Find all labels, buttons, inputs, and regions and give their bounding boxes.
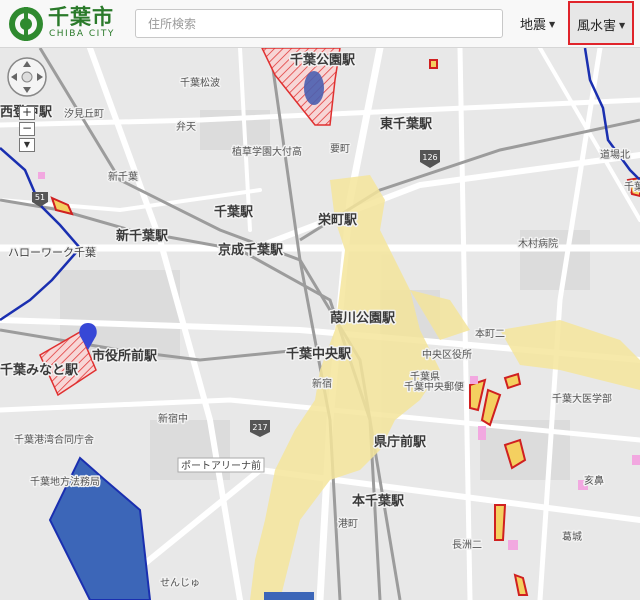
station-kencho-mae: 県庁前駅 (374, 434, 427, 450)
map-pan-control[interactable] (6, 56, 48, 98)
label-chiba-pref: 千葉県 (410, 370, 440, 383)
zoom-out-button[interactable]: − (19, 122, 35, 136)
label-senju: せんじゅ (160, 577, 200, 589)
chevron-down-icon: ▼ (619, 21, 626, 30)
hazard-map[interactable]: 126 51 217 千葉公園駅 西登戸駅 東千葉駅 千葉駅 栄町駅 新千葉駅 … (0, 48, 640, 600)
label-chiba-matsunami: 千葉松波 (180, 76, 220, 89)
station-yoshikawa-koen: 葭川公園駅 (330, 310, 396, 326)
earthquake-menu-dropdown[interactable]: 地震 ▼ (520, 14, 555, 33)
label-shinjuku: 新宿 (312, 377, 332, 390)
station-higashi-chiba: 東千葉駅 (380, 116, 433, 132)
address-search-input[interactable] (135, 9, 503, 38)
label-shokuso-school: 植草学園大付高 (232, 145, 302, 158)
label-chiba-medical: 千葉大医学部 (552, 392, 612, 405)
label-doyo: 道場北 (600, 148, 630, 161)
label-shiomidaoka: 汐見丘町 (64, 107, 104, 120)
label-benten: 弁天 (176, 120, 196, 133)
label-legal-affairs-bureau: 千葉地方法務局 (30, 475, 100, 488)
route-shield-217-text: 217 (252, 423, 267, 432)
label-nagasu: 長洲二 (452, 539, 482, 551)
chiba-city-logo[interactable]: 千葉市 CHIBA CITY (8, 4, 128, 44)
station-shiyakusho-mae: 市役所前駅 (92, 348, 158, 364)
station-shin-chiba: 新千葉駅 (116, 228, 169, 244)
label-shinchiba: 新千葉 (108, 170, 138, 183)
label-kimura-hospital: 木村病院 (518, 237, 558, 250)
flood-menu-dropdown[interactable]: 風水害 ▼ (568, 1, 634, 45)
logo-english-text: CHIBA CITY (49, 29, 115, 39)
chevron-down-icon: ▼ (549, 20, 556, 29)
city-emblem-icon (9, 7, 43, 41)
label-port-gov-building: 千葉港湾合同庁舎 (14, 433, 94, 446)
route-shield-51-text: 51 (35, 193, 45, 202)
label-honcho: 本町二 (475, 327, 505, 340)
layers-toggle-button[interactable]: ▼ (19, 138, 35, 152)
label-chiba-edge: 千葉 (624, 180, 640, 193)
earthquake-menu-label: 地震 (520, 18, 547, 33)
label-kanamachi: 要町 (330, 143, 350, 155)
zoom-in-button[interactable]: + (19, 106, 35, 120)
pond-area (304, 71, 324, 105)
triangle-down-icon: ▼ (23, 140, 31, 149)
header-bar: 千葉市 CHIBA CITY 地震▼ 風水害▼ (0, 0, 640, 48)
station-chiba-koen: 千葉公園駅 (290, 52, 356, 68)
route-shield-126-text: 126 (422, 153, 437, 162)
station-hon-chiba: 本千葉駅 (352, 493, 405, 509)
station-chiba: 千葉駅 (214, 204, 254, 220)
label-kuzuwa: 葛城 (562, 530, 582, 543)
label-hellowork: ハローワーク千葉 (8, 245, 96, 259)
label-shinjuku-chu: 新宿中 (158, 412, 188, 425)
label-port-arena: ポートアリーナ前 (181, 459, 261, 472)
label-ikino: 亥鼻 (584, 474, 604, 487)
water-body-edge (264, 592, 314, 600)
station-chiba-chuo: 千葉中央駅 (286, 346, 352, 362)
flood-menu-label: 風水害 (577, 19, 617, 34)
station-chiba-minato: 千葉みなと駅 (0, 362, 79, 378)
station-keisei-chiba: 京成千葉駅 (218, 242, 284, 258)
label-minato: 港町 (338, 518, 358, 530)
logo-japanese-text: 千葉市 (48, 5, 114, 29)
station-sakaecho: 栄町駅 (317, 212, 358, 228)
label-chuo-ward-office: 中央区役所 (422, 348, 472, 361)
